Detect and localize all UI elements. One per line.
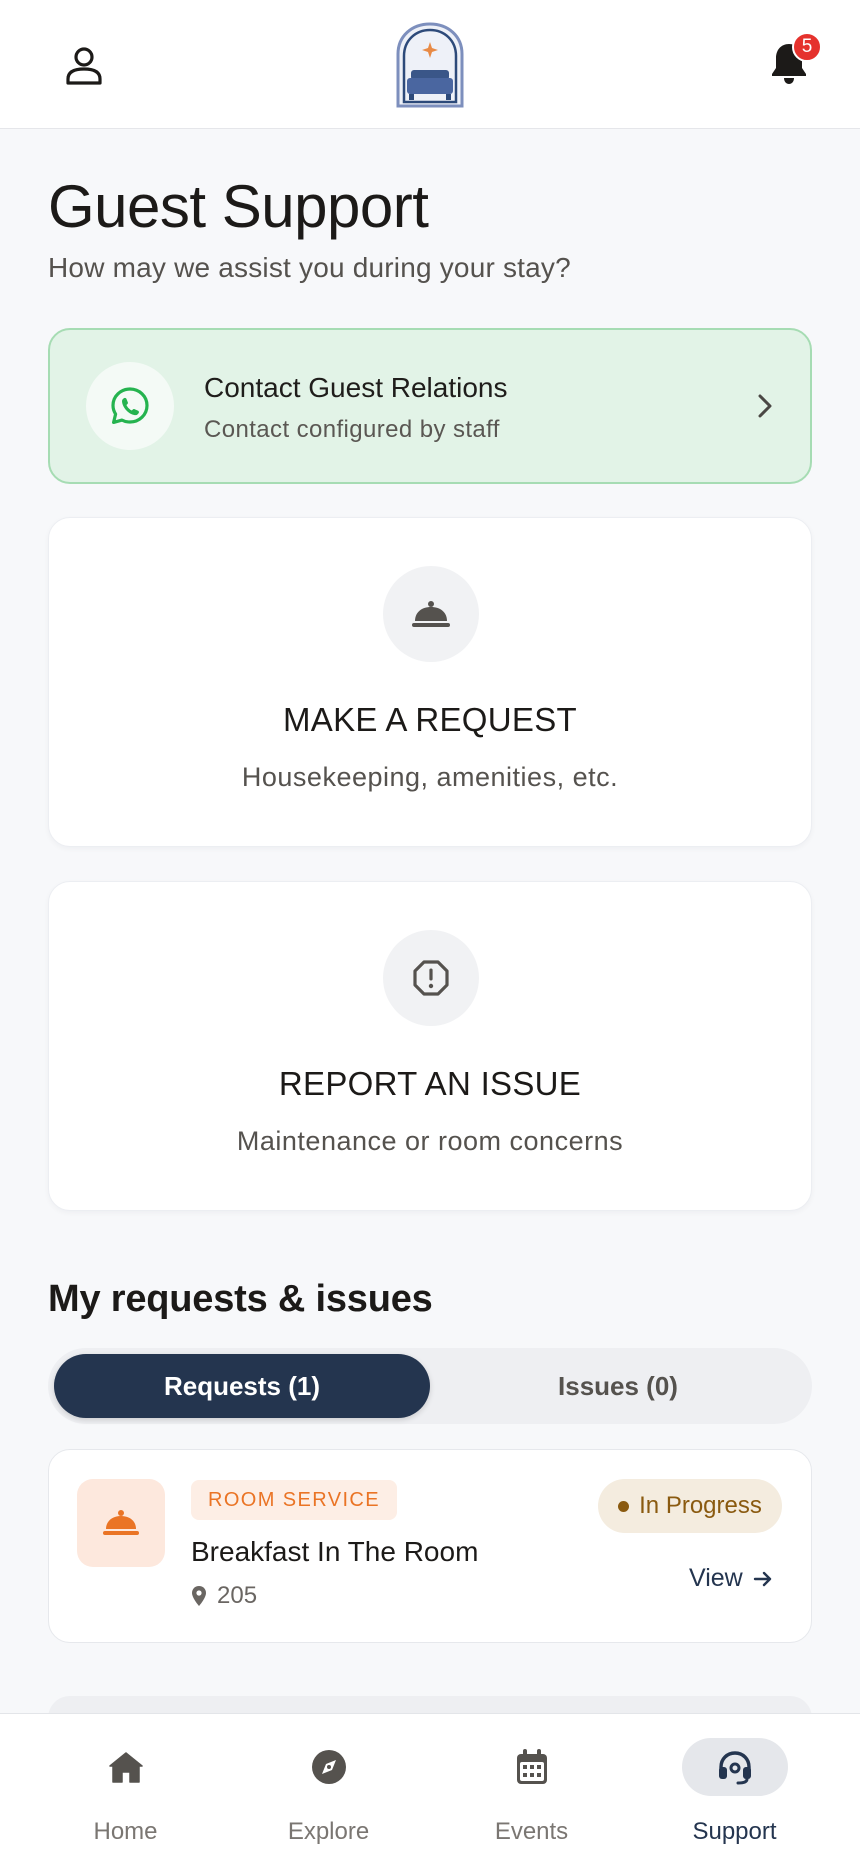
report-issue-card[interactable]: REPORT AN ISSUE Maintenance or room conc… (48, 881, 812, 1211)
hotel-bed-logo (396, 22, 464, 108)
nav-item-home[interactable]: Home (18, 1714, 233, 1864)
alert-octagon-icon (413, 960, 449, 996)
view-request-link[interactable]: View (689, 1564, 773, 1593)
request-category-badge: ROOM SERVICE (191, 1480, 398, 1520)
nav-explore-icon-wrap (276, 1738, 382, 1796)
view-label: View (689, 1564, 743, 1592)
nav-label-home: Home (93, 1818, 158, 1845)
nav-events-icon-wrap (479, 1738, 585, 1796)
tab-issues[interactable]: Issues (0) (430, 1354, 806, 1418)
user-icon (66, 47, 102, 85)
service-bell-icon (412, 601, 450, 627)
contact-subtitle: Contact configured by staff (204, 416, 500, 443)
nav-item-explore[interactable]: Explore (221, 1714, 436, 1864)
home-icon (108, 1752, 143, 1783)
contact-guest-relations-card[interactable]: Contact Guest Relations Contact configur… (48, 328, 812, 484)
bottom-navigation: Home Explore Events Support (0, 1713, 860, 1864)
compass-icon (311, 1750, 346, 1784)
request-title: Breakfast In The Room (191, 1536, 479, 1567)
top-app-bar: 5 (0, 0, 860, 129)
notification-badge: 5 (792, 32, 822, 62)
request-item-card[interactable]: ROOM SERVICE Breakfast In The Room 205 I… (48, 1449, 812, 1643)
profile-button[interactable] (58, 40, 110, 92)
contact-title: Contact Guest Relations (204, 372, 508, 403)
make-request-title: MAKE A REQUEST (283, 701, 577, 738)
nav-home-icon-wrap (73, 1738, 179, 1796)
hotel-logo (392, 18, 468, 110)
request-icon-circle (383, 566, 479, 662)
issue-icon-circle (383, 930, 479, 1026)
page-title: Guest Support (48, 173, 429, 240)
make-request-card[interactable]: MAKE A REQUEST Housekeeping, amenities, … (48, 517, 812, 847)
nav-label-support: Support (692, 1818, 777, 1845)
nav-item-events[interactable]: Events (424, 1714, 639, 1864)
calendar-icon (516, 1749, 547, 1784)
request-item-icon-box (77, 1479, 165, 1567)
request-location: 205 (191, 1582, 257, 1610)
report-issue-title: REPORT AN ISSUE (278, 1065, 582, 1102)
status-dot (618, 1500, 630, 1512)
request-room-number: 205 (217, 1582, 258, 1609)
requests-issues-tabs: Requests (1) Issues (0) (48, 1348, 812, 1424)
whatsapp-icon (111, 387, 149, 424)
status-badge: In Progress (598, 1479, 782, 1533)
room-service-icon (103, 1510, 139, 1535)
location-pin-icon (192, 1586, 206, 1606)
chevron-right-icon (750, 388, 780, 424)
nav-label-explore: Explore (287, 1818, 370, 1845)
contact-icon-circle (86, 362, 174, 450)
status-label: In Progress (639, 1492, 762, 1519)
tab-requests[interactable]: Requests (1) (54, 1354, 430, 1418)
requests-section-title: My requests & issues (48, 1278, 433, 1320)
arrow-right-icon (753, 1571, 771, 1586)
page-subtitle: How may we assist you during your stay? (48, 252, 571, 283)
nav-item-support[interactable]: Support (627, 1714, 842, 1864)
headset-support-icon (718, 1751, 751, 1785)
report-issue-subtitle: Maintenance or room concerns (236, 1126, 624, 1156)
make-request-subtitle: Housekeeping, amenities, etc. (241, 762, 619, 792)
nav-label-events: Events (494, 1818, 569, 1845)
nav-support-icon-wrap (681, 1738, 788, 1796)
